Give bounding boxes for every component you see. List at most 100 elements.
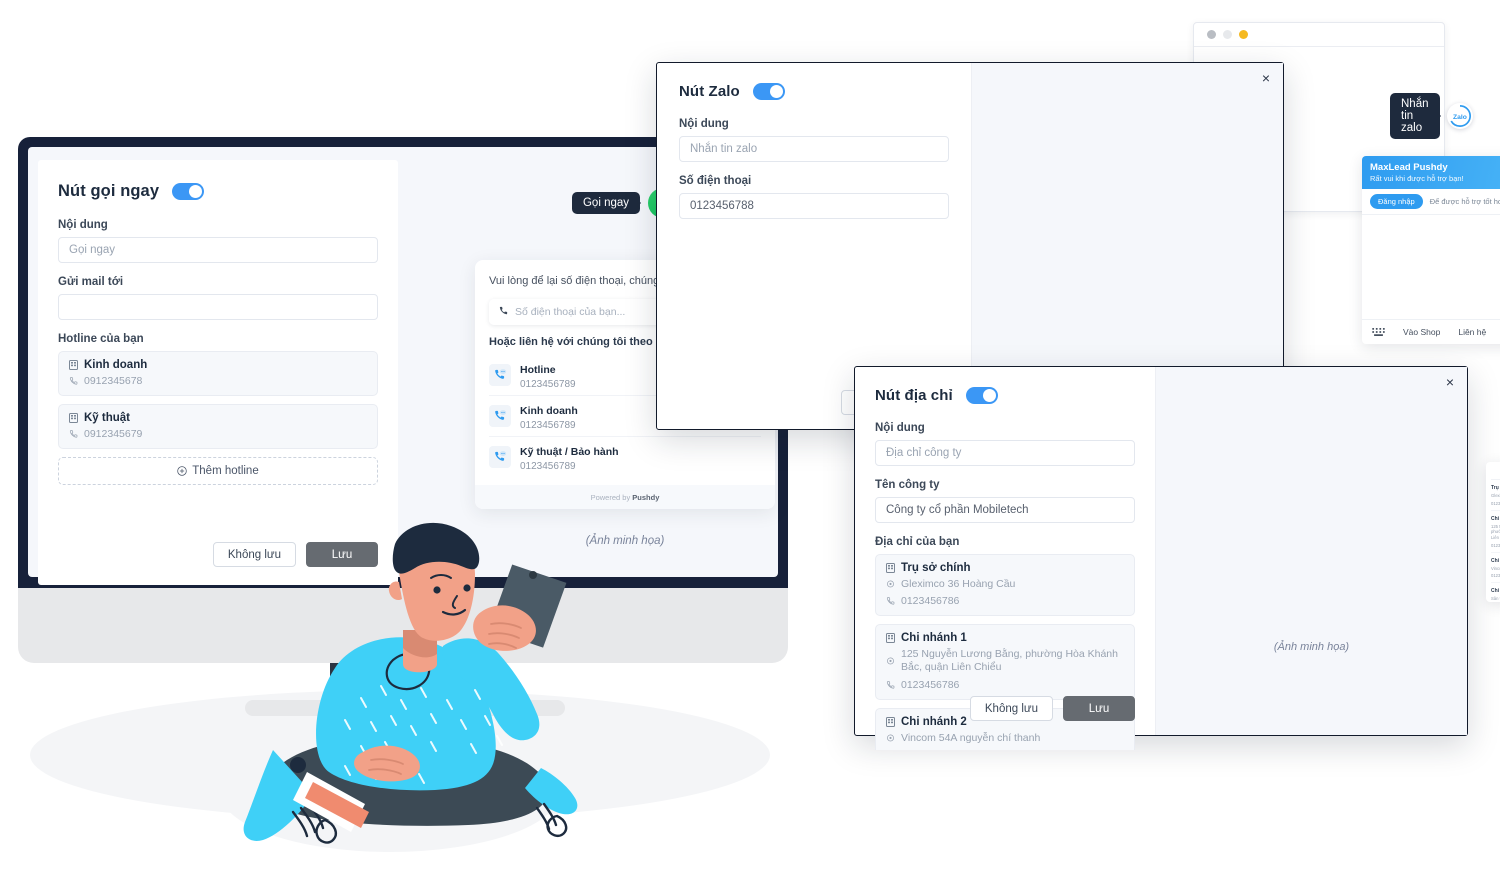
map-item-name: Chi nhánh 1	[1491, 515, 1500, 522]
hotline-preview-name: Kỹ thuật / Bảo hành	[520, 445, 619, 458]
address-line: Gleximco 36 Hoàng Cầu	[901, 578, 1016, 590]
zalo-chat-preview: MaxLead Pushdy Rất vui khi được hỗ trợ b…	[1362, 156, 1500, 344]
map-list-item[interactable]: Chi nhánh 1 125 Nguyễn Lương Bằng, phườn…	[1491, 511, 1500, 553]
window-dot-3[interactable]	[1239, 30, 1248, 39]
map-illustration-caption: (Ảnh minh họa)	[1273, 641, 1350, 653]
window-dot-1[interactable]	[1207, 30, 1216, 39]
zalo-chat-header: MaxLead Pushdy Rất vui khi được hỗ trợ b…	[1362, 156, 1500, 189]
content-label: Nội dung	[58, 219, 108, 231]
hotline-preview-name: Kinh doanh	[520, 404, 578, 417]
hotline-phone-row: 0912345678	[69, 375, 367, 388]
address-content-label: Nội dung	[875, 422, 925, 434]
zalo-bubble-label: Nhắn tin zalo	[1390, 93, 1440, 139]
close-icon[interactable]: ×	[1443, 375, 1457, 389]
hotline-name: Kinh doanh	[84, 359, 148, 371]
phone-chat-icon	[489, 445, 511, 468]
zalo-modal-header: Nút Zalo	[679, 83, 949, 100]
building-icon	[886, 563, 895, 573]
hotline-item[interactable]: Kinh doanh 0912345678	[58, 351, 378, 397]
building-icon	[886, 633, 895, 644]
map-list-item[interactable]: Trụ sở chính Gleximco 36 Hoàng Cầu 01234…	[1491, 480, 1500, 511]
address-cancel-button[interactable]: Không lưu	[969, 696, 1053, 721]
call-bubble-label: Gọi ngay	[571, 192, 642, 214]
address-name-row: Trụ sở chính	[886, 562, 1124, 574]
window-dot-2[interactable]	[1223, 30, 1232, 39]
hotline-phone: 0912345678	[84, 375, 143, 387]
powered-by-prefix: Powered by	[590, 492, 631, 502]
address-item[interactable]: Chi nhánh 1 125 Nguyễn Lương Bằng, phườn…	[875, 624, 1135, 700]
map-item-address: Gleximco 36 Hoàng Cầu	[1491, 493, 1500, 498]
zalo-contact-link[interactable]: Liên hệ	[1458, 327, 1486, 337]
zalo-phone-input[interactable]: 0123456788	[679, 193, 949, 219]
zalo-chat-subtitle: Rất vui khi được hỗ trợ bạn!	[1370, 174, 1464, 183]
mail-label: Gửi mail tới	[58, 276, 124, 288]
plus-circle-icon	[177, 466, 187, 476]
hotline-name: Kỹ thuật	[84, 412, 130, 425]
address-name: Chi nhánh 1	[901, 632, 967, 645]
hotline-item[interactable]: Kỹ thuật 0912345679	[58, 404, 378, 450]
zalo-chat-body	[1362, 215, 1500, 319]
zalo-content-input[interactable]: Nhắn tin zalo	[679, 136, 949, 162]
phone-icon	[886, 680, 895, 690]
address-settings-modal: Nút địa chỉ Nội dung Địa chỉ công ty Tên…	[854, 366, 1500, 750]
login-hint: Để được hỗ trợ tốt hơn	[1429, 197, 1500, 206]
hotline-phone-row: 0912345679	[69, 428, 367, 441]
address-phone-row: 0123456786	[886, 679, 1124, 692]
phone-icon	[886, 597, 895, 606]
company-name-label: Tên công ty	[875, 479, 940, 491]
phone-icon	[69, 377, 78, 386]
zalo-shop-link[interactable]: Vào Shop	[1403, 327, 1440, 337]
address-line-row: Gleximco 36 Hoàng Cầu	[886, 578, 1124, 591]
map-preview-pane: × Địa chỉ công ty Địa chỉ công ty Trụ sở…	[1155, 367, 1500, 735]
address-modal-title: Nút địa chỉ	[875, 387, 953, 404]
hotline-preview-row[interactable]: Kỹ thuật / Bảo hành 0123456789	[489, 437, 761, 477]
keyboard-icon[interactable]	[1372, 328, 1385, 336]
add-hotline-label: Thêm hotline	[192, 465, 259, 478]
building-icon	[69, 413, 78, 424]
address-modal-actions: Không lưu Lưu	[969, 696, 1135, 721]
close-icon[interactable]: ×	[1259, 71, 1273, 85]
address-line-row: 125 Nguyễn Lương Bằng, phường Hòa Khánh …	[886, 648, 1124, 674]
zalo-modal-title: Nút Zalo	[679, 83, 740, 100]
phone-chat-icon	[489, 363, 511, 386]
address-modal-form: Nút địa chỉ Nội dung Địa chỉ công ty Tên…	[855, 367, 1155, 750]
content-input[interactable]: Gọi ngay	[58, 237, 378, 263]
call-card-header: Nút gọi ngay	[58, 182, 378, 201]
zalo-phone-label: Số điện thoại	[679, 175, 752, 187]
phone-input[interactable]: Số điện thoại của bạn...	[489, 298, 676, 325]
map-item-phone: 0123456786	[1491, 500, 1500, 506]
page-title: Nút gọi ngay	[58, 182, 160, 200]
map-item-address: Vincom 54A nguyễn chí thanh	[1491, 565, 1500, 571]
hotline-preview-phone: 0123456789	[520, 378, 576, 390]
zalo-enable-toggle[interactable]	[752, 83, 785, 100]
add-hotline-button[interactable]: Thêm hotline	[58, 457, 378, 486]
address-enable-toggle[interactable]	[965, 387, 998, 404]
zalo-chat-title: MaxLead Pushdy	[1370, 162, 1448, 173]
call-enable-toggle[interactable]	[172, 183, 205, 200]
address-line: 125 Nguyễn Lương Bằng, phường Hòa Khánh …	[901, 648, 1118, 674]
address-save-button[interactable]: Lưu	[1063, 696, 1135, 721]
location-pin-icon	[886, 580, 895, 589]
map-list-item[interactable]: Chi nhánh 2 Vincom 54A nguyễn chí thanh …	[1491, 553, 1500, 584]
map-item-address: 125 Nguyễn Lương Bằng, phường Hòa Khánh …	[1491, 523, 1500, 541]
zalo-chat-titles: MaxLead Pushdy Rất vui khi được hỗ trợ b…	[1370, 162, 1464, 183]
login-button[interactable]: Đăng nhập	[1370, 194, 1423, 209]
address-list-label: Địa chỉ của bạn	[875, 536, 960, 548]
map-list-item[interactable]: Chi nhánh 3 Sân vận động Hồ Chí Minh 012…	[1491, 583, 1500, 602]
address-line-row: Vincom 54A nguyễn chí thanh	[886, 732, 1124, 745]
hotline-preview-text: Hotline 0123456789	[520, 360, 576, 390]
address-phone-row: 0123456786	[886, 595, 1124, 608]
hotline-preview-text: Kỹ thuật / Bảo hành 0123456789	[520, 442, 619, 472]
company-name-input[interactable]: Công ty cổ phần Mobiletech	[875, 497, 1135, 523]
phone-input-placeholder: Số điện thoại của bạn...	[515, 305, 626, 318]
map-address-list: Địa chỉ công ty Trụ sở chính Gleximco 36…	[1486, 462, 1500, 602]
map-list-title: Địa chỉ công ty	[1491, 468, 1500, 480]
phone-icon	[69, 430, 78, 439]
address-item[interactable]: Trụ sở chính Gleximco 36 Hoàng Cầu 01234…	[875, 554, 1135, 617]
zalo-fab-button[interactable]: Zalo	[1446, 103, 1473, 129]
zalo-login-row: Đăng nhập Để được hỗ trợ tốt hơn	[1362, 189, 1500, 215]
address-content-input[interactable]: Địa chỉ công ty	[875, 440, 1135, 466]
address-phone: 0123456786	[901, 678, 960, 691]
mail-input[interactable]	[58, 294, 378, 320]
building-icon	[69, 360, 78, 370]
